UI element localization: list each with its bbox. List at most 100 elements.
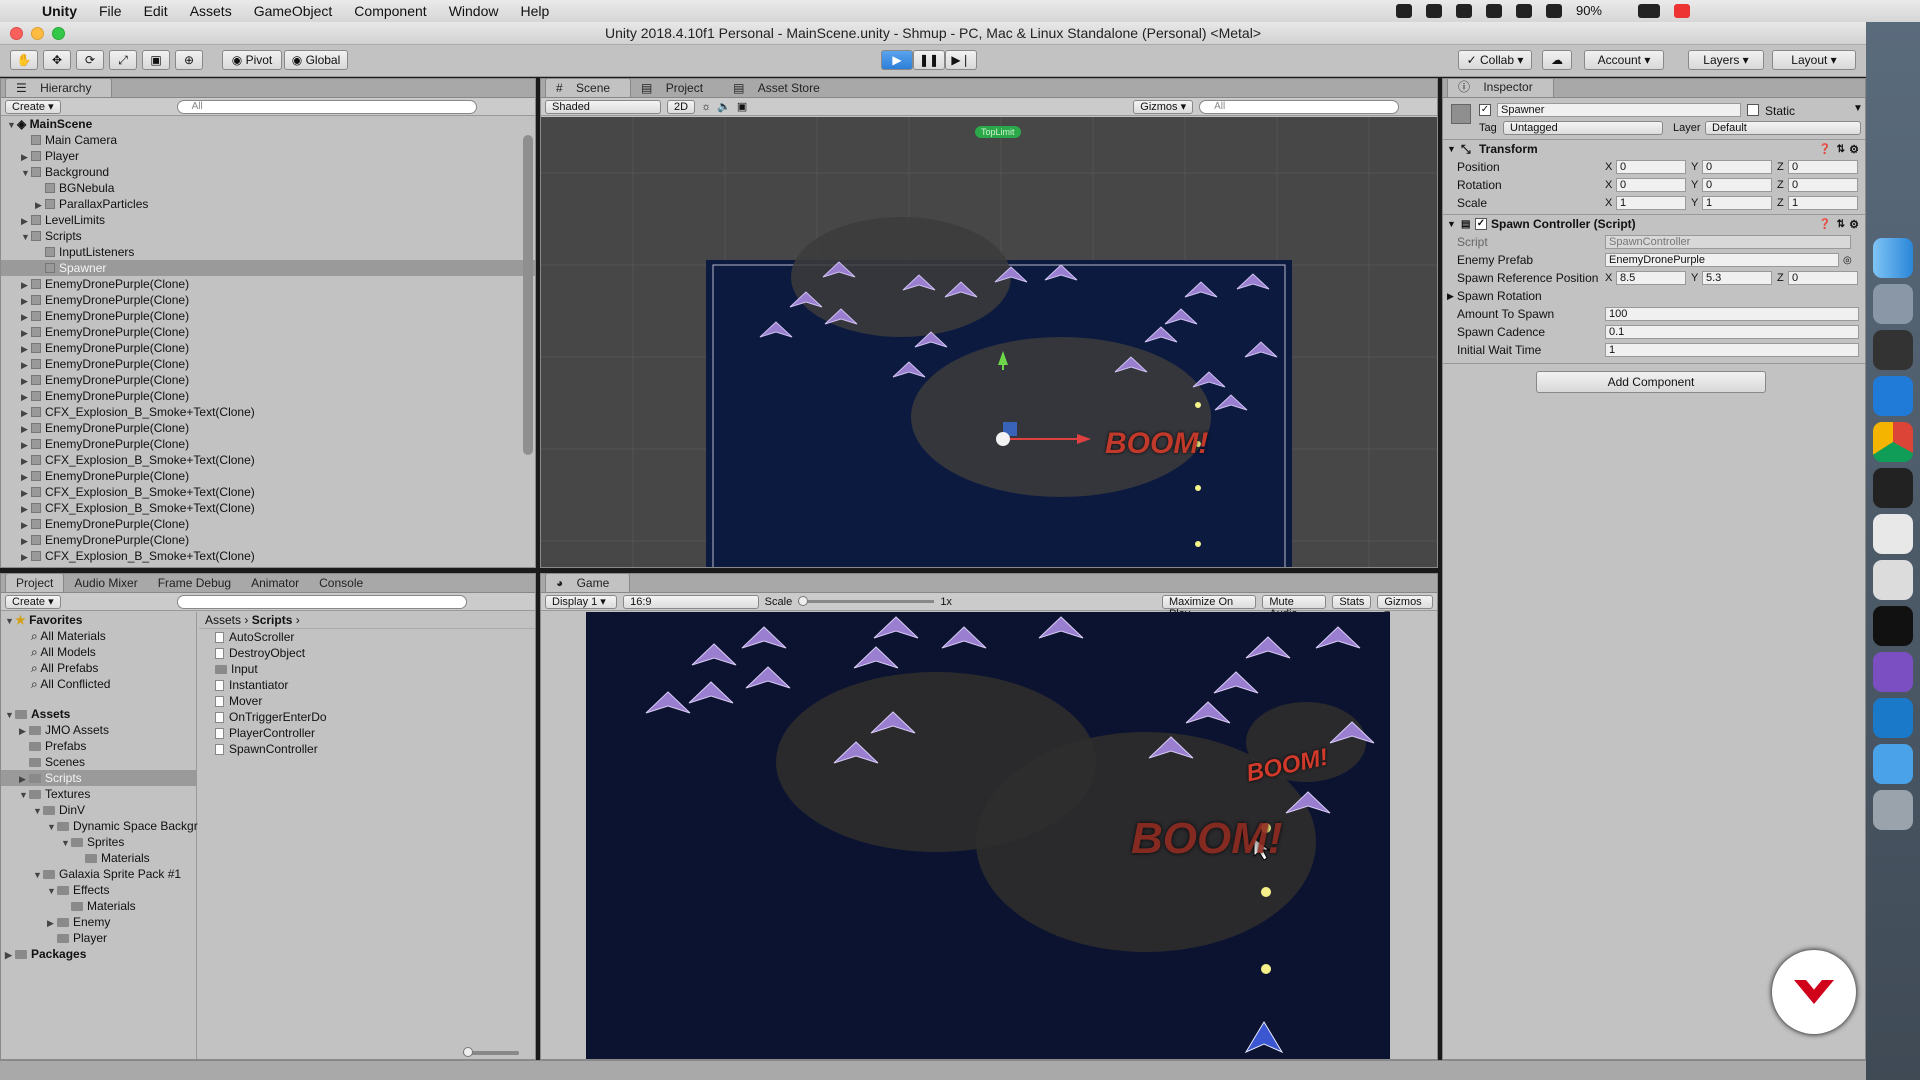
menu-window[interactable]: Window xyxy=(449,3,499,19)
component-enabled-checkbox[interactable]: ✓ xyxy=(1475,218,1487,230)
hierarchy-search-input[interactable]: All xyxy=(176,99,477,114)
close-window-icon[interactable] xyxy=(10,27,23,40)
tab-audio-mixer[interactable]: Audio Mixer xyxy=(64,574,147,592)
time-machine-icon[interactable] xyxy=(1515,3,1532,18)
asset-folder-item[interactable]: ▼ Sprites xyxy=(1,834,196,850)
hierarchy-item[interactable]: Main Camera xyxy=(1,132,535,148)
hierarchy-item[interactable]: ▶ EnemyDronePurple(Clone) xyxy=(1,564,535,567)
asset-folder-item[interactable]: Player xyxy=(1,930,196,946)
expand-arrow-icon[interactable]: ▶ xyxy=(21,277,31,293)
hierarchy-item[interactable]: ▶ EnemyDronePurple(Clone) xyxy=(1,388,535,404)
enemy-prefab-field[interactable]: EnemyDronePurple xyxy=(1605,253,1839,267)
asset-file-item[interactable]: Instantiator xyxy=(215,677,535,693)
mute-audio-toggle[interactable]: Mute Audio xyxy=(1262,594,1327,620)
tab-project[interactable]: Project xyxy=(5,574,65,592)
tab-scene[interactable]: # Scene xyxy=(545,79,632,97)
breadcrumb-assets[interactable]: Assets xyxy=(205,613,241,627)
transform-x-input[interactable]: 0 xyxy=(1616,160,1686,174)
asset-file-item[interactable]: PlayerController xyxy=(215,725,535,741)
pause-button[interactable]: ❚❚ xyxy=(913,50,945,70)
audio-icon[interactable]: 🔈 xyxy=(717,100,731,113)
asset-file-item[interactable]: OnTriggerEnterDo xyxy=(215,709,535,725)
account-dropdown[interactable]: Account ▾ xyxy=(1584,50,1664,70)
favorite-item[interactable]: ⌕ All Prefabs xyxy=(1,660,196,676)
global-toggle[interactable]: ◉ Global xyxy=(284,50,348,70)
hierarchy-item[interactable]: ▶ CFX_Explosion_B_Smoke+Text(Clone) xyxy=(1,452,535,468)
expand-arrow-icon[interactable]: ▶ xyxy=(21,389,31,405)
sublime-icon[interactable] xyxy=(1873,330,1913,370)
battery-icon[interactable] xyxy=(1638,3,1660,18)
gear-icon[interactable]: ⚙ xyxy=(1849,143,1859,156)
hierarchy-item[interactable]: ▶ EnemyDronePurple(Clone) xyxy=(1,436,535,452)
expand-arrow-icon[interactable]: ▼ xyxy=(5,707,15,723)
asset-folder-item[interactable]: ▼ Dynamic Space Backgr xyxy=(1,818,198,834)
gear-icon[interactable]: ⚙ xyxy=(1849,218,1859,231)
hierarchy-item[interactable]: ▶ EnemyDronePurple(Clone) xyxy=(1,276,535,292)
maximize-on-play-toggle[interactable]: Maximize On Play xyxy=(1161,594,1257,620)
asset-file-item[interactable]: Mover xyxy=(215,693,535,709)
object-picker-icon[interactable]: ◎ xyxy=(1843,255,1852,266)
static-checkbox[interactable] xyxy=(1747,104,1759,116)
menu-assets[interactable]: Assets xyxy=(190,3,232,19)
expand-arrow-icon[interactable]: ▼ xyxy=(61,835,71,851)
breadcrumb-scripts[interactable]: Scripts xyxy=(252,613,293,627)
layers-dropdown[interactable]: Layers ▾ xyxy=(1688,50,1764,70)
expand-arrow-icon[interactable]: ▶ xyxy=(21,149,31,165)
play-button[interactable]: ▶ xyxy=(881,50,913,70)
folder-icon[interactable] xyxy=(1873,744,1913,784)
aspect-dropdown[interactable]: 16:9 xyxy=(623,594,759,609)
scene-root-row[interactable]: ▼◈ MainScene xyxy=(1,116,535,132)
cloud-icon[interactable] xyxy=(1485,3,1502,18)
expand-arrow-icon[interactable]: ▶ xyxy=(21,485,31,501)
spawn-cadence-field[interactable]: 0.1 xyxy=(1605,325,1859,339)
hierarchy-item[interactable]: ▶ EnemyDronePurple(Clone) xyxy=(1,308,535,324)
flag-icon[interactable] xyxy=(1674,3,1690,18)
hierarchy-item[interactable]: ▼ Scripts xyxy=(1,228,535,244)
visual-studio-icon[interactable] xyxy=(1873,652,1913,692)
project-search-input[interactable] xyxy=(176,594,467,609)
expand-arrow-icon[interactable]: ▶ xyxy=(21,437,31,453)
expand-arrow-icon[interactable]: ▶ xyxy=(21,501,31,517)
hierarchy-item[interactable]: ▼ Background xyxy=(1,164,535,180)
menu-file[interactable]: File xyxy=(99,3,122,19)
edge-icon[interactable] xyxy=(1873,698,1913,738)
hierarchy-item[interactable]: ▶ EnemyDronePurple(Clone) xyxy=(1,532,535,548)
asset-folder-item[interactable]: ▼ Textures xyxy=(1,786,196,802)
rotate-tool-icon[interactable]: ⟳ xyxy=(76,50,104,70)
layer-dropdown[interactable]: Default xyxy=(1705,121,1861,135)
expand-arrow-icon[interactable]: ▶ xyxy=(21,469,31,485)
active-checkbox[interactable]: ✓ xyxy=(1479,104,1491,116)
hierarchy-scrollbar[interactable] xyxy=(523,135,533,455)
asset-file-item[interactable]: SpawnController xyxy=(215,741,535,757)
transform-header[interactable]: ▼ ⤡ Transform ❓ ⇅ ⚙ xyxy=(1443,140,1865,158)
menu-gameobject[interactable]: GameObject xyxy=(254,3,333,19)
static-dropdown-icon[interactable]: ▼ xyxy=(1853,103,1863,114)
script-editor-icon[interactable] xyxy=(1873,560,1913,600)
preset-icon[interactable]: ⇅ xyxy=(1837,144,1845,155)
expand-arrow-icon[interactable]: ▶ xyxy=(21,309,31,325)
transform-y-input[interactable]: 0 xyxy=(1702,178,1772,192)
image-effects-icon[interactable]: ▣ xyxy=(737,100,747,113)
scale-slider[interactable] xyxy=(798,596,935,606)
asset-folder-item[interactable]: ▼ Effects xyxy=(1,882,196,898)
add-component-button[interactable]: Add Component xyxy=(1536,371,1766,393)
minimize-window-icon[interactable] xyxy=(31,27,44,40)
2d-toggle[interactable]: 2D xyxy=(667,99,696,114)
scene-search-input[interactable]: All xyxy=(1199,99,1400,114)
expand-arrow-icon[interactable]: ▶ xyxy=(47,915,57,931)
expand-arrow-icon[interactable]: ▶ xyxy=(21,357,31,373)
asset-file-item[interactable]: Input xyxy=(215,661,535,677)
asset-file-item[interactable]: AutoScroller xyxy=(215,629,535,645)
favorite-item[interactable]: ⌕ All Materials xyxy=(1,628,196,644)
hierarchy-item[interactable]: ▶ CFX_Explosion_B_Smoke+Text(Clone) xyxy=(1,484,535,500)
expand-arrow-icon[interactable]: ▶ xyxy=(21,325,31,341)
lighting-icon[interactable]: ☼ xyxy=(701,101,711,113)
hierarchy-item[interactable]: ▶ EnemyDronePurple(Clone) xyxy=(1,516,535,532)
hierarchy-item[interactable]: ▶ CFX_Explosion_B_Smoke+Text(Clone) xyxy=(1,404,535,420)
expand-arrow-icon[interactable]: ▶ xyxy=(21,213,31,229)
shading-dropdown[interactable]: Shaded xyxy=(545,99,661,114)
asset-file-item[interactable]: DestroyObject xyxy=(215,645,535,661)
expand-arrow-icon[interactable]: ▶ xyxy=(5,947,15,963)
asset-folder-item[interactable]: ▼ Galaxia Sprite Pack #1 xyxy=(1,866,196,882)
finder-icon[interactable] xyxy=(1873,238,1913,278)
